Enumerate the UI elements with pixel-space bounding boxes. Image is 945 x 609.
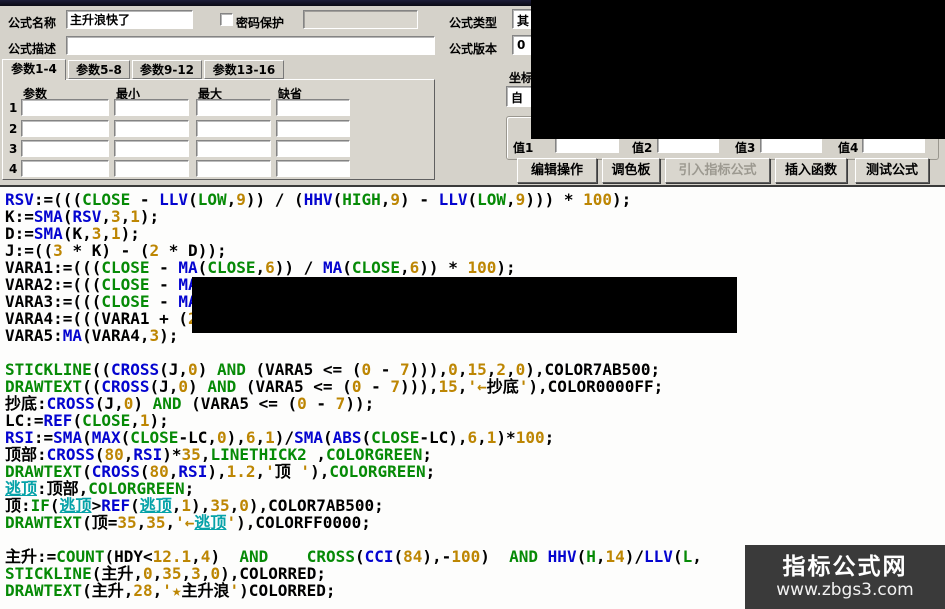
param-row-number: 1 [9,101,18,115]
param-cell-input[interactable] [21,120,109,137]
code-line: RSV:=(((CLOSE - LLV(LOW,9)) / (HHV(HIGH,… [5,190,632,209]
param-cell-input[interactable] [196,140,271,157]
tab-params-1-4[interactable]: 参数1-4 [2,59,66,80]
redaction-box-code [192,277,737,333]
param-row-number: 2 [9,122,18,136]
insert-function-button[interactable]: 插入函数 [775,158,847,183]
code-line: DRAWTEXT((CROSS(J,0) AND (VARA5 <= (0 - … [5,377,664,396]
code-line: STICKLINE((CROSS(J,0) AND (VARA5 <= (0 -… [5,360,661,379]
import-indicator-formula-button: 引入指标公式 [665,158,770,183]
value2-label: 值2 [632,141,653,155]
param-cell-input[interactable] [114,160,189,177]
code-line: LC:=REF(CLOSE,1); [5,411,169,430]
formula-name-input[interactable] [66,10,193,29]
tab-params-13-16[interactable]: 参数13-16 [204,60,284,79]
param-cell-input[interactable] [21,99,109,116]
code-line: 抄底:CROSS(J,0) AND (VARA5 <= (0 - 7)); [5,394,375,413]
value4-label: 值4 [838,141,859,155]
param-cell-input[interactable] [276,99,350,116]
edit-operations-button[interactable]: 编辑操作 [517,158,597,183]
formula-version-label: 公式版本 [449,42,498,56]
tab-params-9-12[interactable]: 参数9-12 [132,60,202,79]
password-input [303,10,418,29]
formula-editor-window: 公式名称 密码保护 公式类型 其 公式描述 公式版本 0 坐标 自 参数1-4 … [0,0,945,609]
param-cell-input[interactable] [276,120,350,137]
param-cell-input[interactable] [276,160,350,177]
code-line: 顶:IF(逃顶>REF(逃顶,1),35,0),COLOR7AB500; [5,496,384,515]
code-line: 顶部:CROSS(80,RSI)*35,LINETHICK2 ,COLORGRE… [5,445,432,464]
formula-desc-input[interactable] [66,36,435,55]
value1-label: 值1 [513,141,534,155]
site-watermark: 指标公式网 www.zbgs3.com [745,545,945,609]
code-line: RSI:=SMA(MAX(CLOSE-LC,0),6,1)/SMA(ABS(CL… [5,428,555,447]
test-formula-button[interactable]: 测试公式 [855,158,929,183]
code-line: DRAWTEXT(CROSS(80,RSI),1.2,'顶 '),COLORGR… [5,462,436,481]
watermark-title: 指标公式网 [782,554,908,580]
parameter-table-panel: 参数 最小 最大 缺省 1 2 3 4 [2,79,435,180]
palette-button[interactable]: 调色板 [602,158,660,183]
param-cell-input[interactable] [196,120,271,137]
value3-label: 值3 [735,141,756,155]
param-row-number: 4 [9,162,18,176]
password-protect-label: 密码保护 [236,16,285,30]
param-cell-input[interactable] [114,120,189,137]
code-line: 逃顶:顶部,COLORGREEN; [5,479,195,498]
param-cell-input[interactable] [196,160,271,177]
password-protect-checkbox[interactable] [220,13,233,26]
redaction-box-top-right [531,0,945,139]
code-line: DRAWTEXT(顶=35,35,'←逃顶'),COLORFF0000; [5,513,371,532]
code-line: D:=SMA(K,3,1); [5,224,140,243]
param-cell-input[interactable] [114,140,189,157]
code-line: J:=((3 * K) - (2 * D)); [5,241,227,260]
param-cell-input[interactable] [196,99,271,116]
param-cell-input[interactable] [21,140,109,157]
coordinate-label: 坐标 [509,71,534,85]
formula-desc-label: 公式描述 [8,42,57,56]
formula-type-label: 公式类型 [449,16,498,30]
code-line: K:=SMA(RSV,3,1); [5,207,160,226]
watermark-url: www.zbgs3.com [776,580,914,600]
tab-params-5-8[interactable]: 参数5-8 [68,60,130,79]
param-cell-input[interactable] [276,140,350,157]
formula-name-label: 公式名称 [8,16,57,30]
code-line: VARA1:=(((CLOSE - MA(CLOSE,6)) / MA(CLOS… [5,258,516,277]
param-cell-input[interactable] [21,160,109,177]
param-row-number: 3 [9,142,18,156]
param-cell-input[interactable] [114,99,189,116]
